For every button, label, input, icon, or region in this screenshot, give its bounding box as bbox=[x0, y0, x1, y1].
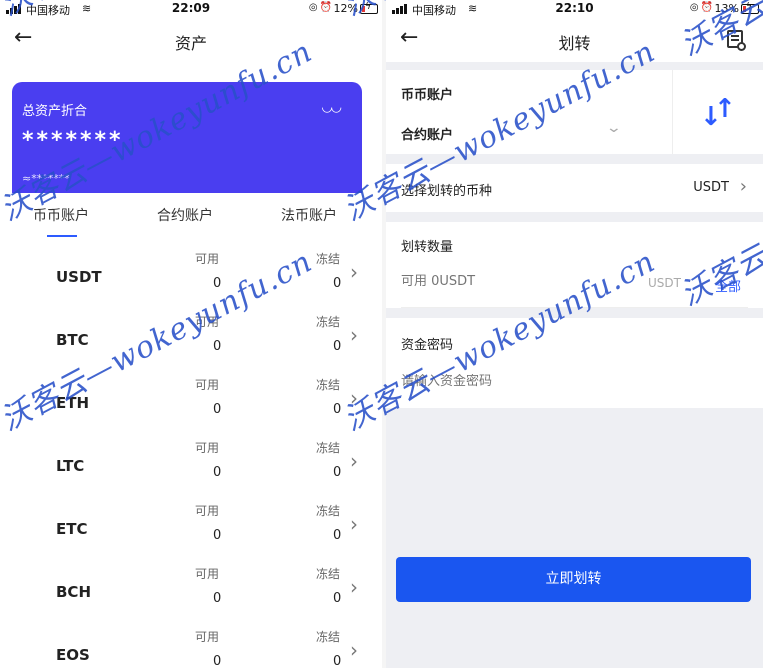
amount-input[interactable] bbox=[401, 274, 641, 289]
to-account-select[interactable]: 合约账户 bbox=[401, 124, 453, 143]
amount-label: 划转数量 bbox=[401, 240, 454, 255]
frozen-value: 0 bbox=[333, 591, 342, 606]
amount-section: 划转数量 USDT 全部 bbox=[386, 222, 763, 308]
coin-symbol: BCH bbox=[56, 583, 91, 601]
list-item[interactable]: BTC 可用 0 冻结 0 › bbox=[0, 313, 382, 376]
frozen-label: 冻结 bbox=[316, 315, 341, 329]
battery-icon: ϟ bbox=[360, 2, 378, 14]
tab-fiat-account[interactable]: 法币账户 bbox=[281, 205, 337, 225]
eye-closed-icon[interactable]: ◡◡ bbox=[321, 100, 342, 115]
chevron-right-icon: › bbox=[350, 575, 358, 599]
list-item[interactable]: USDT 可用 0 冻结 0 › bbox=[0, 250, 382, 313]
input-underline bbox=[401, 307, 748, 308]
tab-contract-account[interactable]: 合约账户 bbox=[157, 205, 213, 225]
chevron-right-icon: › bbox=[350, 260, 358, 284]
chevron-right-icon: › bbox=[350, 386, 358, 410]
chevron-down-icon[interactable]: ⌄ bbox=[606, 120, 622, 136]
coin-symbol: EOS bbox=[56, 646, 90, 664]
nav-bar: ← 划转 bbox=[386, 22, 763, 60]
available-value: 0 bbox=[213, 465, 222, 480]
status-bar: 中国移动 ≋ 22:10 ◎⏰ 13% ϟ bbox=[386, 0, 763, 18]
coin-symbol: LTC bbox=[56, 457, 85, 475]
password-section: 资金密码 bbox=[386, 318, 763, 408]
frozen-label: 冻结 bbox=[316, 504, 341, 518]
total-assets-label: 总资产折合 bbox=[22, 104, 88, 119]
frozen-label: 冻结 bbox=[316, 441, 341, 455]
battery-percent: 13% bbox=[714, 2, 739, 15]
coin-select-label: 选择划转的币种 bbox=[401, 184, 493, 199]
available-value: 0 bbox=[213, 276, 222, 291]
amount-unit: USDT bbox=[648, 276, 681, 290]
available-value: 0 bbox=[213, 339, 222, 354]
transfer-screen: 中国移动 ≋ 22:10 ◎⏰ 13% ϟ ← 划转 币币账户 合约账户 ⌄ ↓… bbox=[386, 0, 763, 668]
frozen-label: 冻结 bbox=[316, 252, 341, 266]
available-label: 可用 bbox=[195, 252, 220, 266]
available-label: 可用 bbox=[195, 378, 220, 392]
nav-bar: ← 资产 bbox=[0, 22, 382, 60]
divider bbox=[672, 70, 673, 154]
frozen-value: 0 bbox=[333, 276, 342, 291]
status-icons: ◎⏰ bbox=[308, 2, 334, 13]
available-label: 可用 bbox=[195, 504, 220, 518]
all-button[interactable]: 全部 bbox=[715, 276, 741, 295]
battery-percent: 12% bbox=[333, 2, 358, 15]
available-label: 可用 bbox=[195, 315, 220, 329]
active-tab-indicator bbox=[47, 235, 77, 237]
total-assets-approx: ≈******* bbox=[22, 172, 70, 185]
frozen-label: 冻结 bbox=[316, 630, 341, 644]
account-tabs: 币币账户 合约账户 法币账户 bbox=[0, 205, 382, 235]
coin-symbol: ETC bbox=[56, 520, 88, 538]
available-value: 0 bbox=[213, 402, 222, 417]
list-item[interactable]: BCH 可用 0 冻结 0 › bbox=[0, 565, 382, 628]
list-item[interactable]: LTC 可用 0 冻结 0 › bbox=[0, 439, 382, 502]
list-item[interactable]: EOS 可用 0 冻结 0 › bbox=[0, 628, 382, 668]
chevron-right-icon: › bbox=[350, 323, 358, 347]
app-root: 中国移动 ≋ 22:09 ◎⏰ 12% ϟ ← 资产 总资产折合 ◡◡ ****… bbox=[0, 0, 763, 668]
available-value: 0 bbox=[213, 528, 222, 543]
status-icons: ◎⏰ bbox=[689, 2, 715, 13]
frozen-label: 冻结 bbox=[316, 567, 341, 581]
page-title: 划转 bbox=[558, 34, 591, 53]
available-label: 可用 bbox=[195, 630, 220, 644]
chevron-right-icon: › bbox=[739, 176, 747, 197]
coin-symbol: ETH bbox=[56, 394, 90, 412]
assets-screen: 中国移动 ≋ 22:09 ◎⏰ 12% ϟ ← 资产 总资产折合 ◡◡ ****… bbox=[0, 0, 382, 668]
total-assets-card: 总资产折合 ◡◡ ******* ≈******* bbox=[12, 82, 362, 204]
available-value: 0 bbox=[213, 591, 222, 606]
chevron-right-icon: › bbox=[350, 449, 358, 473]
frozen-value: 0 bbox=[333, 465, 342, 480]
password-input[interactable] bbox=[401, 374, 701, 389]
battery-icon: ϟ bbox=[741, 2, 759, 14]
list-item[interactable]: ETH 可用 0 冻结 0 › bbox=[0, 376, 382, 439]
frozen-value: 0 bbox=[333, 402, 342, 417]
password-label: 资金密码 bbox=[401, 338, 454, 353]
coin-symbol: BTC bbox=[56, 331, 89, 349]
coin-select-row[interactable]: 选择划转的币种 USDT › bbox=[386, 164, 763, 212]
frozen-value: 0 bbox=[333, 528, 342, 543]
coin-select-value: USDT bbox=[693, 180, 729, 195]
transfer-submit-button[interactable]: 立即划转 bbox=[396, 557, 751, 602]
chevron-right-icon: › bbox=[350, 638, 358, 662]
available-label: 可用 bbox=[195, 567, 220, 581]
status-bar: 中国移动 ≋ 22:09 ◎⏰ 12% ϟ bbox=[0, 0, 382, 18]
from-account: 币币账户 bbox=[401, 88, 454, 103]
account-selector: 币币账户 合约账户 ⌄ ↓ ↑ bbox=[386, 70, 763, 154]
frozen-value: 0 bbox=[333, 654, 342, 668]
transfer-record-icon[interactable] bbox=[727, 30, 746, 51]
total-assets-value: ******* bbox=[22, 128, 124, 153]
chevron-right-icon: › bbox=[350, 512, 358, 536]
page-title: 资产 bbox=[174, 34, 207, 53]
coin-symbol: USDT bbox=[56, 268, 102, 286]
frozen-value: 0 bbox=[333, 339, 342, 354]
swap-arrows-icon[interactable]: ↓ ↑ bbox=[698, 96, 738, 130]
list-item[interactable]: ETC 可用 0 冻结 0 › bbox=[0, 502, 382, 565]
tab-spot-account[interactable]: 币币账户 bbox=[33, 205, 89, 225]
frozen-label: 冻结 bbox=[316, 378, 341, 392]
available-value: 0 bbox=[213, 654, 222, 668]
available-label: 可用 bbox=[195, 441, 220, 455]
